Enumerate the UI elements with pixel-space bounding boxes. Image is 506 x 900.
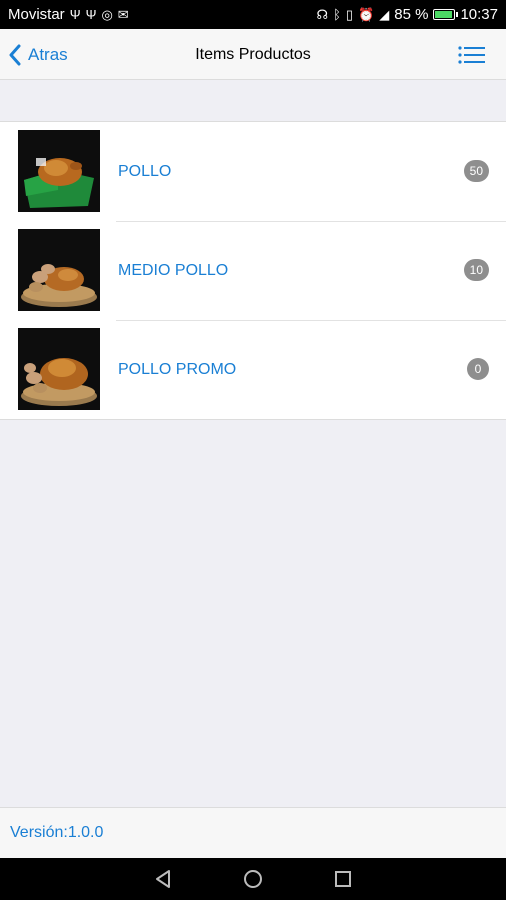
item-label: POLLO [118, 162, 172, 180]
count-badge: 10 [463, 259, 489, 281]
list-menu-button[interactable] [458, 44, 486, 66]
whatsapp-icon: ◎ [101, 7, 113, 22]
alarm-icon: ⏰ [358, 7, 375, 22]
vibrate-icon: ▯ [345, 7, 354, 22]
list-icon [458, 46, 485, 64]
headset-icon: ☊ [316, 7, 329, 22]
android-navigation-bar [0, 858, 506, 900]
item-label: MEDIO POLLO [118, 261, 229, 279]
product-list: POLLO 50 MEDIO POLLO 10 POLLO PROMO 0 [0, 121, 506, 420]
battery-icon [433, 9, 459, 20]
battery-percent: 85 % [394, 6, 429, 23]
list-item-medio-pollo[interactable]: MEDIO POLLO 10 [0, 221, 506, 320]
back-button[interactable]: Atras [8, 29, 68, 80]
version-footer: Versión:1.0.0 [0, 807, 506, 858]
chevron-left-icon [9, 44, 21, 65]
status-right: ☊ ᛒ ▯ ⏰ ◢ 85 % 10:37 [317, 6, 498, 23]
back-label: Atras [28, 44, 68, 64]
count-badge: 50 [463, 160, 489, 182]
triangle-back-icon [156, 870, 170, 888]
bluetooth-icon: ᛒ [333, 7, 341, 22]
count-badge: 0 [467, 358, 489, 380]
usb-icon: Ψ [69, 7, 81, 22]
page-title: Items Productos [195, 45, 311, 63]
signal-icon: ◢ [379, 7, 390, 22]
status-left: Movistar Ψ Ψ ◎ ✉ [8, 6, 129, 23]
product-thumbnail [18, 130, 100, 212]
android-recents-button[interactable] [333, 869, 353, 889]
clock: 10:37 [460, 6, 498, 23]
product-thumbnail [18, 328, 100, 410]
square-recents-icon [335, 871, 351, 887]
android-back-button[interactable] [153, 869, 173, 889]
product-thumbnail [18, 229, 100, 311]
item-label: POLLO PROMO [118, 360, 237, 378]
list-item-pollo[interactable]: POLLO 50 [0, 122, 506, 221]
status-bar: Movistar Ψ Ψ ◎ ✉ ☊ ᛒ ▯ ⏰ ◢ 85 % 10:37 [0, 0, 506, 29]
circle-home-icon [244, 870, 262, 888]
navigation-bar: Atras Items Productos [0, 29, 506, 80]
usb-icon: Ψ [85, 7, 97, 22]
carrier-name: Movistar [8, 6, 65, 23]
list-item-pollo-promo[interactable]: POLLO PROMO 0 [0, 320, 506, 419]
android-home-button[interactable] [243, 869, 263, 889]
message-icon: ✉ [117, 7, 129, 22]
version-label: Versión:1.0.0 [10, 824, 104, 841]
